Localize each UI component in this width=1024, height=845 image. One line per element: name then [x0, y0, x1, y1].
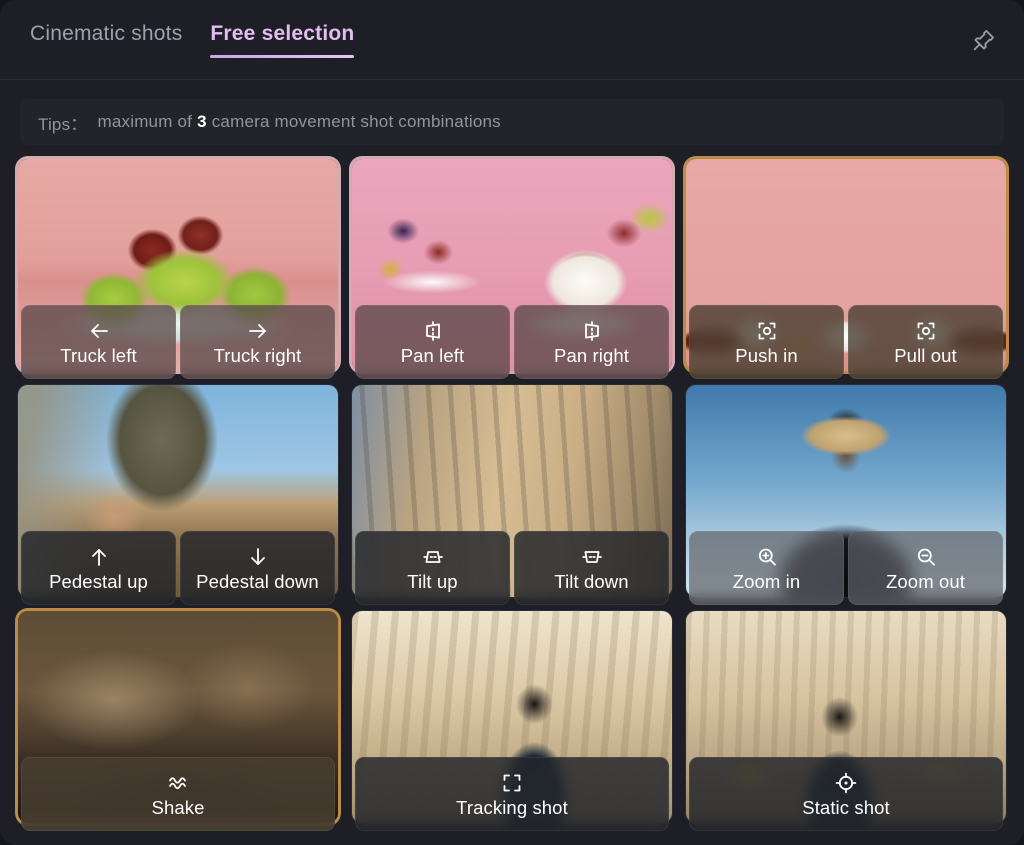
pin-panel-button[interactable]	[964, 20, 1004, 60]
shot-card: Tracking shot	[352, 611, 672, 831]
tips-banner: Tips： maximum of 3 camera movement shot …	[20, 99, 1004, 145]
shot-button-label: Tilt up	[407, 570, 458, 592]
tab-cinematic-shots[interactable]: Cinematic shots	[30, 22, 182, 68]
shot-button-pull-out[interactable]: Pull out	[848, 305, 1003, 379]
tab-free-selection[interactable]: Free selection	[210, 22, 355, 68]
shot-button-label: Pedestal up	[49, 570, 148, 592]
focus-out-icon	[914, 319, 938, 343]
focus-in-icon	[755, 319, 779, 343]
shot-button-label: Pull out	[894, 344, 957, 366]
shot-button-label: Truck left	[60, 344, 137, 366]
shot-button-shake[interactable]: Shake	[21, 757, 335, 831]
card-action-bar: Static shot	[689, 757, 1003, 831]
camera-movement-panel: Cinematic shots Free selection Tips： max…	[0, 0, 1024, 845]
magnifier-minus-icon	[914, 545, 938, 569]
tilt-down-icon	[580, 545, 604, 569]
shot-button-tilt-up[interactable]: Tilt up	[355, 531, 510, 605]
shot-card: Shake	[18, 611, 338, 831]
crop-brackets-icon	[500, 771, 524, 795]
wave-lines-icon	[166, 771, 190, 795]
shot-button-tilt-down[interactable]: Tilt down	[514, 531, 669, 605]
shot-button-pedestal-up[interactable]: Pedestal up	[21, 531, 176, 605]
pan-left-icon	[421, 319, 445, 343]
card-action-bar: Pan left Pan right	[355, 305, 669, 379]
shot-button-pan-right[interactable]: Pan right	[514, 305, 669, 379]
magnifier-plus-icon	[755, 545, 779, 569]
card-action-bar: Tilt up Tilt down	[355, 531, 669, 605]
shot-button-pedestal-down[interactable]: Pedestal down	[180, 531, 335, 605]
shot-card: Static shot	[686, 611, 1006, 831]
shot-button-label: Zoom out	[886, 570, 965, 592]
tab-label: Cinematic shots	[30, 22, 183, 45]
shot-button-zoom-out[interactable]: Zoom out	[848, 531, 1003, 605]
shot-button-label: Tracking shot	[456, 796, 568, 818]
shot-button-label: Zoom in	[732, 570, 801, 592]
shot-button-truck-left[interactable]: Truck left	[21, 305, 176, 379]
tab-underline	[210, 55, 355, 58]
shot-button-static-shot[interactable]: Static shot	[689, 757, 1003, 831]
tips-label: Tips：	[38, 114, 88, 134]
shot-button-pan-left[interactable]: Pan left	[355, 305, 510, 379]
shot-button-zoom-in[interactable]: Zoom in	[689, 531, 844, 605]
shot-card: Truck left Truck right	[18, 159, 338, 379]
arrow-down-icon	[246, 545, 270, 569]
tips-text-before: maximum of	[97, 112, 193, 131]
tab-bar: Cinematic shots Free selection	[0, 0, 355, 68]
shot-button-label: Push in	[735, 344, 798, 366]
shot-button-label: Pedestal down	[196, 570, 319, 592]
panel-header: Cinematic shots Free selection	[0, 0, 1024, 80]
tab-label: Free selection	[210, 22, 355, 45]
shot-card: Tilt up Tilt down	[352, 385, 672, 605]
shot-card: Zoom in Zoom out	[686, 385, 1006, 605]
shot-button-truck-right[interactable]: Truck right	[180, 305, 335, 379]
shot-button-label: Tilt down	[554, 570, 629, 592]
shot-button-tracking-shot[interactable]: Tracking shot	[355, 757, 669, 831]
shot-button-label: Pan right	[554, 344, 629, 366]
card-action-bar: Tracking shot	[355, 757, 669, 831]
pan-right-icon	[580, 319, 604, 343]
arrow-up-icon	[87, 545, 111, 569]
shot-card-grid: Truck left Truck right Pan left Pan right Pu…	[0, 159, 1024, 831]
arrow-right-icon	[246, 319, 270, 343]
crosshair-icon	[834, 771, 858, 795]
card-action-bar: Zoom in Zoom out	[689, 531, 1003, 605]
shot-button-label: Pan left	[400, 344, 465, 366]
card-action-bar: Push in Pull out	[689, 305, 1003, 379]
shot-card: Pan left Pan right	[352, 159, 672, 379]
card-action-bar: Pedestal up Pedestal down	[21, 531, 335, 605]
pushpin-icon	[971, 27, 997, 53]
card-action-bar: Shake	[21, 757, 335, 831]
shot-button-label: Static shot	[802, 796, 890, 818]
shot-button-label: Shake	[151, 796, 205, 818]
tilt-up-icon	[421, 545, 445, 569]
tips-max-count: 3	[197, 112, 207, 131]
shot-card: Push in Pull out	[686, 159, 1006, 379]
shot-button-push-in[interactable]: Push in	[689, 305, 844, 379]
tips-text-after: camera movement shot combinations	[211, 112, 501, 131]
arrow-left-icon	[87, 319, 111, 343]
shot-card: Pedestal up Pedestal down	[18, 385, 338, 605]
card-action-bar: Truck left Truck right	[21, 305, 335, 379]
shot-button-label: Truck right	[213, 344, 302, 366]
